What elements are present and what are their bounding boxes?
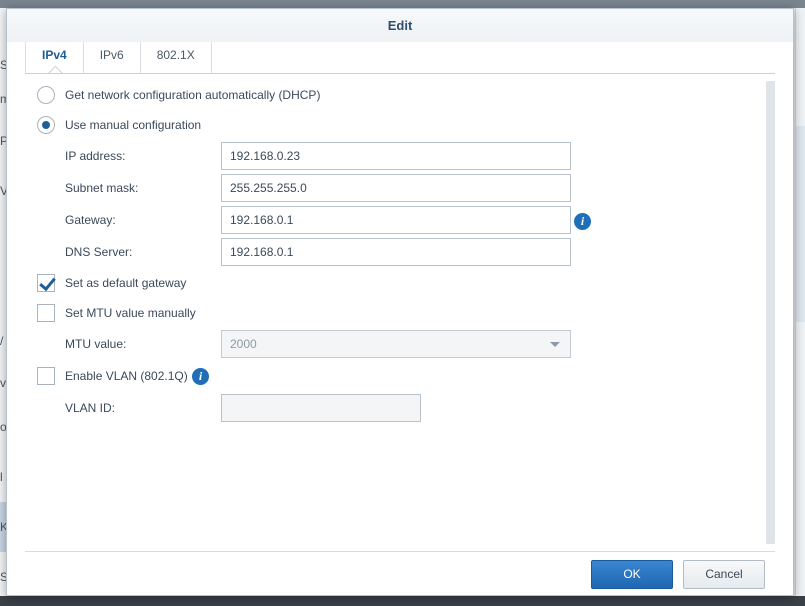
vlan-id-field[interactable]	[221, 394, 421, 422]
dialog-title: Edit	[7, 9, 793, 42]
dhcp-option[interactable]: Get network configuration automatically …	[37, 86, 320, 104]
info-icon[interactable]: i	[574, 213, 591, 230]
subnet-mask-label: Subnet mask:	[65, 181, 139, 195]
info-icon[interactable]: i	[192, 368, 209, 385]
cancel-button[interactable]: Cancel	[683, 560, 765, 589]
background-text-fragment: /	[0, 334, 4, 348]
mtu-value-selected: 2000	[230, 337, 257, 351]
ip-address-label: IP address:	[65, 149, 126, 163]
content-scrollbar[interactable]	[766, 81, 775, 544]
subnet-mask-field[interactable]	[221, 174, 571, 202]
ip-address-field[interactable]	[221, 142, 571, 170]
tab-divider	[25, 73, 775, 74]
dns-server-field[interactable]	[221, 238, 571, 266]
default-gateway-option[interactable]: Set as default gateway	[37, 274, 186, 292]
tab-802-1x[interactable]: 802.1X	[141, 42, 212, 73]
chevron-down-icon	[550, 342, 560, 347]
tab-bar: IPv4 IPv6 802.1X	[25, 42, 212, 74]
tab-ipv6[interactable]: IPv6	[84, 42, 141, 73]
background-highlight	[796, 126, 805, 322]
gateway-label: Gateway:	[65, 213, 116, 227]
ok-button[interactable]: OK	[591, 560, 673, 589]
edit-dialog: Edit IPv4 IPv6 802.1X Get network config…	[6, 8, 794, 596]
dhcp-label: Get network configuration automatically …	[65, 88, 321, 102]
vlan-label: Enable VLAN (802.1Q)	[65, 369, 188, 383]
mtu-value-select[interactable]: 2000	[221, 330, 571, 358]
default-gateway-checkbox[interactable]	[37, 274, 55, 292]
manual-config-radio[interactable]	[37, 116, 55, 134]
dns-server-label: DNS Server:	[65, 245, 133, 259]
mtu-manual-option[interactable]: Set MTU value manually	[37, 304, 196, 322]
default-gateway-label: Set as default gateway	[65, 276, 187, 290]
mtu-manual-checkbox[interactable]	[37, 304, 55, 322]
manual-config-option[interactable]: Use manual configuration	[37, 116, 201, 134]
vlan-checkbox[interactable]	[37, 367, 55, 385]
ipv4-settings-panel: Get network configuration automatically …	[25, 81, 765, 549]
background-bottom-strip	[0, 596, 805, 606]
mtu-value-label: MTU value:	[65, 337, 127, 351]
gateway-field[interactable]	[221, 206, 571, 234]
tab-ipv4[interactable]: IPv4	[25, 42, 84, 73]
vlan-id-label: VLAN ID:	[65, 401, 116, 415]
manual-config-label: Use manual configuration	[65, 118, 202, 132]
background-text-fragment: l	[0, 470, 3, 484]
dhcp-radio[interactable]	[37, 86, 55, 104]
mtu-manual-label: Set MTU value manually	[65, 306, 196, 320]
background-right-panel	[795, 8, 805, 596]
background-top-strip	[0, 0, 805, 8]
footer-divider	[25, 551, 775, 552]
vlan-option[interactable]: Enable VLAN (802.1Q)	[37, 367, 188, 385]
